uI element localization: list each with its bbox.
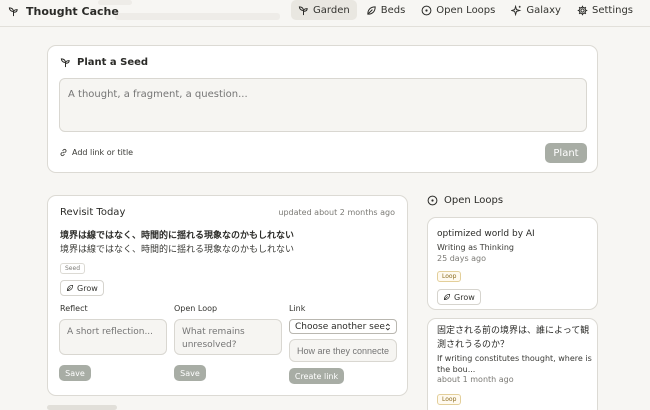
nav-garden-label: Garden <box>313 4 350 16</box>
open-loop-title: optimized world by AI <box>437 229 535 239</box>
open-loops-header: Open Loops <box>427 195 503 206</box>
link-icon <box>60 148 67 157</box>
nav-galaxy[interactable]: Galaxy <box>504 0 568 20</box>
brand[interactable]: Thought Cache <box>8 3 119 19</box>
seed-body: 境界は線ではなく、時間的に揺れる現象なのかもしれない <box>60 245 295 255</box>
link-description-input[interactable] <box>289 339 397 362</box>
leaf-icon <box>443 293 451 301</box>
app-title: Thought Cache <box>26 4 119 18</box>
grow-label: Grow <box>77 283 98 293</box>
open-loop-date: 25 days ago <box>437 254 487 263</box>
open-loop-title: 固定される前の境界は、誰によって観測されうるのか？ <box>437 326 590 350</box>
top-bar: Thought Cache Garden Beds Open Loops Gal… <box>0 0 650 27</box>
seed-select-value: Choose another seed <box>295 321 386 332</box>
open-loops-title: Open Loops <box>444 195 504 206</box>
scrolled-text-fragment <box>115 13 280 20</box>
open-loop-card[interactable]: 固定される前の境界は、誰によって観測されうるのか？ If writing con… <box>427 318 598 410</box>
plant-button[interactable]: Plant <box>545 143 587 163</box>
revisit-updated: updated about 2 months ago <box>278 208 395 217</box>
seed-select[interactable]: Choose another seed <box>289 319 397 334</box>
plant-seed-header: Plant a Seed <box>60 57 148 68</box>
loop-tag: Loop <box>437 271 462 282</box>
reflect-save-button[interactable]: Save <box>59 365 91 381</box>
link-label: Link <box>289 304 306 313</box>
add-link-label: Add link or title <box>72 148 134 157</box>
seed-tag: Seed <box>60 263 85 274</box>
open-loop-date: about 1 month ago <box>437 375 514 384</box>
open-loop-icon <box>427 195 438 206</box>
reflect-input[interactable] <box>59 319 167 355</box>
grow-label: Grow <box>454 292 475 302</box>
nav-open-loops-label: Open Loops <box>436 4 496 16</box>
open-loop-input[interactable] <box>174 319 282 355</box>
plant-seed-card: Plant a Seed Add link or title Plant <box>47 45 598 173</box>
sparkles-icon <box>511 4 522 16</box>
nav-beds[interactable]: Beds <box>359 0 413 20</box>
seed-title: 境界は線ではなく、時間的に揺れる現象なのかもしれない <box>60 231 295 241</box>
leaf-icon <box>367 5 376 15</box>
sprout-icon <box>8 6 18 16</box>
sprout-icon <box>298 5 308 15</box>
open-loop-subtitle: Writing as Thinking <box>437 243 514 252</box>
nav-settings[interactable]: Settings <box>570 0 640 20</box>
nav-beds-label: Beds <box>380 4 406 16</box>
open-loop-subtitle: If writing constitutes thought, where is… <box>437 354 592 374</box>
open-loop-save-button[interactable]: Save <box>174 365 206 381</box>
nav-settings-label: Settings <box>591 4 633 16</box>
revisit-today-card: Revisit Today updated about 2 months ago… <box>47 195 408 396</box>
main-nav: Garden Beds Open Loops Galaxy Settings <box>291 0 640 20</box>
revisit-title: Revisit Today <box>60 207 126 218</box>
leaf-icon <box>66 284 74 292</box>
sprout-icon <box>60 58 70 68</box>
create-link-button[interactable]: Create link <box>289 368 344 384</box>
grow-button[interactable]: Grow <box>60 280 104 296</box>
grow-button[interactable]: Grow <box>437 289 481 305</box>
nav-garden[interactable]: Garden <box>291 0 357 20</box>
open-loop-icon <box>421 5 432 15</box>
nav-open-loops[interactable]: Open Loops <box>414 0 502 20</box>
open-loop-label: Open Loop <box>174 304 218 313</box>
reflect-label: Reflect <box>60 304 88 313</box>
open-loop-card[interactable]: optimized world by AI Writing as Thinkin… <box>427 217 598 310</box>
seed-input[interactable] <box>59 78 587 132</box>
next-section-fragment <box>47 405 117 410</box>
plant-seed-title: Plant a Seed <box>77 57 149 68</box>
chevron-updown-icon <box>386 323 391 330</box>
gear-icon <box>577 5 588 15</box>
nav-galaxy-label: Galaxy <box>526 4 561 16</box>
loop-tag: Loop <box>437 394 462 405</box>
add-link-button[interactable]: Add link or title <box>59 148 133 157</box>
